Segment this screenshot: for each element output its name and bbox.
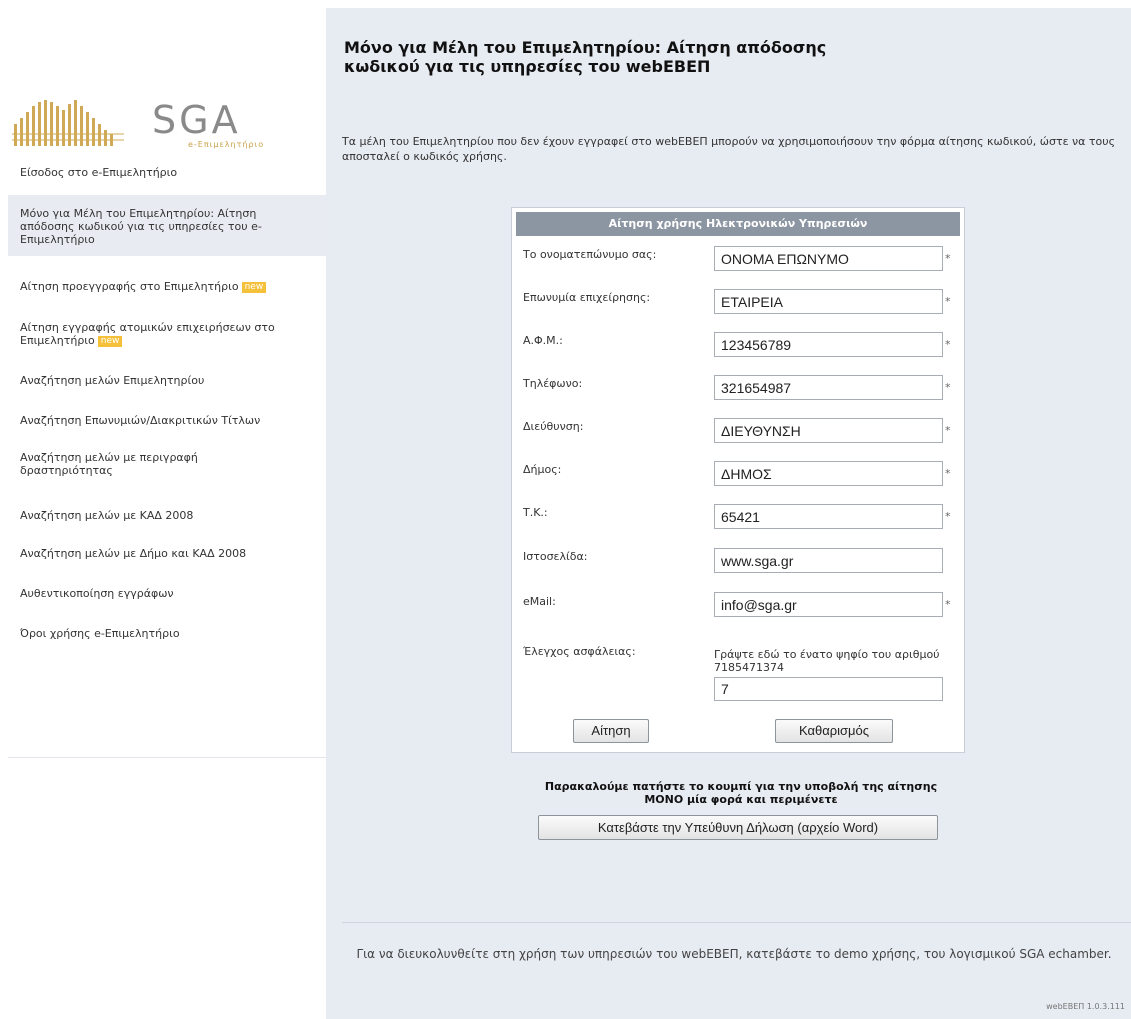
intro-text: Τα μέλη του Επιμελητηρίου που δεν έχουν … (342, 135, 1116, 163)
sidebar-item-label: Αναζήτηση Επωνυμιών/Διακριτικών Τίτλων (20, 414, 261, 427)
address-label: Διεύθυνση: (523, 420, 584, 433)
required-marker: * (945, 381, 951, 394)
municipality-input[interactable] (714, 461, 943, 486)
phone-input[interactable] (714, 375, 943, 400)
captcha-instruction: Γράψτε εδώ το ένατο ψηφίο του αριθμού 71… (714, 648, 940, 674)
phone-label: Τηλέφωνο: (523, 377, 583, 390)
sidebar-item-login[interactable]: Είσοδος στο e-Επιμελητήριο (20, 166, 320, 179)
clear-form-button[interactable]: Καθαρισμός (775, 719, 893, 743)
required-marker: * (945, 598, 951, 611)
sidebar-item-sole-proprietorship-registration[interactable]: Αίτηση εγγραφής ατομικών επιχειρήσεων στ… (20, 321, 290, 347)
sidebar-item-activity-search[interactable]: Αναζήτηση μελών με περιγραφή δραστηριότη… (20, 451, 220, 477)
sidebar-item-document-authentication[interactable]: Αυθεντικοποίηση εγγράφων (20, 587, 320, 600)
postal-code-input[interactable] (714, 504, 943, 529)
captcha-label: Έλεγχος ασφάλειας: (523, 645, 636, 658)
required-marker: * (945, 252, 951, 265)
required-marker: * (945, 467, 951, 480)
sidebar-item-municipality-kad-search[interactable]: Αναζήτηση μελών με Δήμο και ΚΑΔ 2008 (20, 547, 320, 560)
sidebar-item-kad-search[interactable]: Αναζήτηση μελών με ΚΑΔ 2008 (20, 509, 320, 522)
version-label: webΕΒΕΠ 1.0.3.111 (1046, 1002, 1125, 1011)
afm-label: Α.Φ.Μ.: (523, 334, 563, 347)
sidebar-item-label: Όροι χρήσης e-Επιμελητήριο (20, 627, 180, 640)
email-label: eMail: (523, 595, 556, 608)
sga-logo: SGA e-Επιμελητήριο (12, 96, 282, 152)
company-label: Επωνυμία επιχείρησης: (523, 291, 651, 304)
submit-request-button[interactable]: Αίτηση (573, 719, 649, 743)
captcha-input[interactable] (714, 677, 943, 701)
sidebar-item-label: Είσοδος στο e-Επιμελητήριο (20, 166, 178, 179)
fullname-label: Το ονοματεπώνυμο σας: (523, 248, 657, 261)
sidebar-item-terms-of-use[interactable]: Όροι χρήσης e-Επιμελητήριο (20, 627, 320, 640)
main-content: Μόνο για Μέλη του Επιμελητηρίου: Αίτηση … (326, 8, 1131, 1019)
sidebar-item-label: Αναζήτηση μελών με Δήμο και ΚΑΔ 2008 (20, 547, 247, 560)
form-header: Αίτηση χρήσης Ηλεκτρονικών Υπηρεσιών (516, 212, 960, 236)
website-input[interactable] (714, 548, 943, 573)
footer-text: Για να διευκολυνθείτε στη χρήση των υπηρ… (356, 947, 1112, 961)
required-marker: * (945, 338, 951, 351)
sidebar-item-label: Αίτηση προεγγραφής στο Επιμελητήριο (20, 280, 239, 293)
sidebar-item-member-search[interactable]: Αναζήτηση μελών Επιμελητηρίου (20, 374, 320, 387)
logo-text: SGA (152, 98, 241, 142)
new-badge: new (241, 282, 267, 293)
municipality-label: Δήμος: (523, 463, 562, 476)
website-label: Ιστοσελίδα: (523, 550, 588, 563)
required-marker: * (945, 295, 951, 308)
afm-input[interactable] (714, 332, 943, 357)
postal-code-label: Τ.Κ.: (523, 506, 548, 519)
company-input[interactable] (714, 289, 943, 314)
sidebar: SGA e-Επιμελητήριο Είσοδος στο e-Επιμελη… (0, 0, 326, 1019)
sidebar-item-label: Αίτηση εγγραφής ατομικών επιχειρήσεων στ… (20, 321, 275, 347)
page-title: Μόνο για Μέλη του Επιμελητηρίου: Αίτηση … (344, 38, 827, 76)
required-marker: * (945, 424, 951, 437)
code-request-form: Αίτηση χρήσης Ηλεκτρονικών Υπηρεσιών Το … (511, 207, 965, 753)
sidebar-item-label: Μόνο για Μέλη του Επιμελητηρίου: Αίτηση … (20, 207, 262, 246)
fullname-input[interactable] (714, 246, 943, 271)
sidebar-item-trade-name-search[interactable]: Αναζήτηση Επωνυμιών/Διακριτικών Τίτλων (20, 414, 320, 427)
address-input[interactable] (714, 418, 943, 443)
required-marker: * (945, 510, 951, 523)
footer-divider (342, 922, 1131, 923)
sidebar-item-label: Αναζήτηση μελών Επιμελητηρίου (20, 374, 205, 387)
sidebar-item-preregistration[interactable]: Αίτηση προεγγραφής στο Επιμελητήριο new (20, 280, 320, 293)
sidebar-item-label: Αναζήτηση μελών με ΚΑΔ 2008 (20, 509, 194, 522)
email-input[interactable] (714, 592, 943, 617)
sidebar-item-label: Αναζήτηση μελών με περιγραφή δραστηριότη… (20, 451, 198, 477)
sidebar-item-label: Αυθεντικοποίηση εγγράφων (20, 587, 174, 600)
sidebar-divider (8, 757, 326, 758)
download-declaration-button[interactable]: Κατεβάστε την Υπεύθυνη Δήλωση (αρχείο Wo… (538, 815, 938, 840)
logo-subtext: e-Επιμελητήριο (188, 140, 265, 149)
submit-notice: Παρακαλούμε πατήστε το κουμπί για την υπ… (544, 780, 938, 806)
sidebar-item-member-code-request[interactable]: Μόνο για Μέλη του Επιμελητηρίου: Αίτηση … (8, 195, 326, 256)
new-badge: new (97, 336, 123, 347)
